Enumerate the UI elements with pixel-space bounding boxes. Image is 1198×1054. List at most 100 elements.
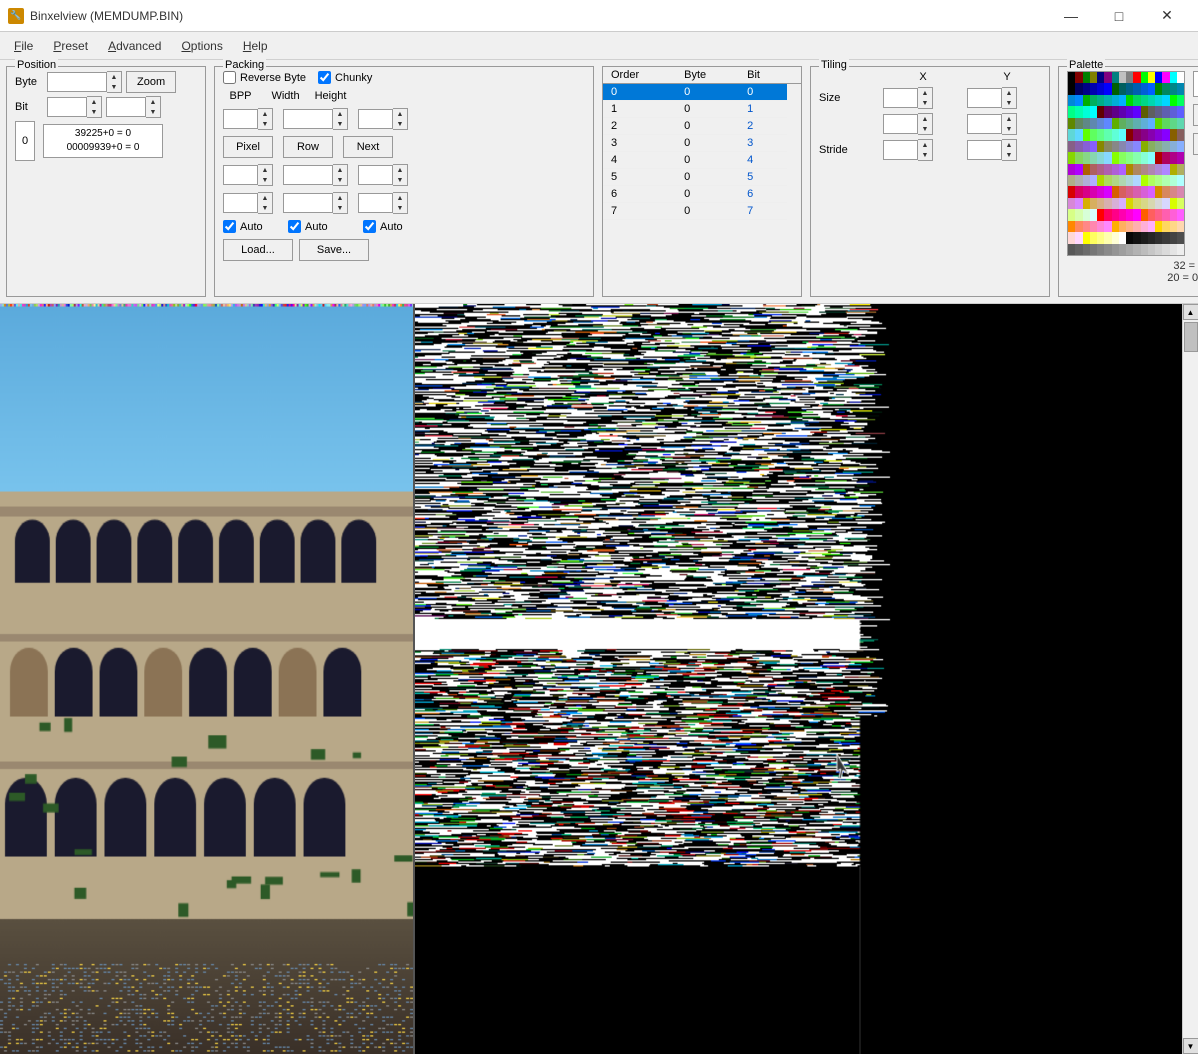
swatch-cell[interactable] bbox=[1075, 141, 1082, 152]
swatch-cell[interactable] bbox=[1119, 141, 1126, 152]
size-y-down[interactable]: ▼ bbox=[1002, 98, 1016, 108]
bit-spin-up[interactable]: ▲ bbox=[87, 97, 101, 107]
menu-file[interactable]: File bbox=[4, 35, 43, 57]
swatch-cell[interactable] bbox=[1133, 141, 1140, 152]
close-button[interactable]: ✕ bbox=[1144, 0, 1190, 32]
reverse-byte-check[interactable]: Reverse Byte bbox=[223, 71, 306, 84]
swatch-cell[interactable] bbox=[1104, 152, 1111, 163]
swatch-cell[interactable] bbox=[1083, 106, 1090, 117]
swatch-cell[interactable] bbox=[1133, 186, 1140, 197]
spin2c-up[interactable]: ▲ bbox=[393, 165, 407, 175]
swatch-cell[interactable] bbox=[1068, 152, 1075, 163]
order-table-row[interactable]: 707 bbox=[603, 203, 801, 220]
tiling-spin1-up[interactable]: ▲ bbox=[918, 114, 932, 124]
swatch-cell[interactable] bbox=[1170, 209, 1177, 220]
swatch-cell[interactable] bbox=[1126, 232, 1133, 243]
swatch-cell[interactable] bbox=[1075, 232, 1082, 243]
swatch-cell[interactable] bbox=[1170, 198, 1177, 209]
auto1-checkbox[interactable] bbox=[223, 220, 236, 233]
swatch-cell[interactable] bbox=[1148, 152, 1155, 163]
swatch-cell[interactable] bbox=[1133, 72, 1140, 83]
swatch-cell[interactable] bbox=[1083, 72, 1090, 83]
swatch-cell[interactable] bbox=[1097, 175, 1104, 186]
spin3a-input[interactable]: 0 bbox=[223, 193, 258, 213]
swatch-cell[interactable] bbox=[1090, 175, 1097, 186]
swatch-cell[interactable] bbox=[1141, 221, 1148, 232]
byte-spin-up[interactable]: ▲ bbox=[107, 72, 121, 82]
swatch-cell[interactable] bbox=[1133, 244, 1140, 255]
chunky-check[interactable]: Chunky bbox=[318, 71, 372, 84]
swatch-cell[interactable] bbox=[1155, 209, 1162, 220]
swatch-cell[interactable] bbox=[1075, 244, 1082, 255]
swatch-cell[interactable] bbox=[1126, 129, 1133, 140]
spin2b-down[interactable]: ▼ bbox=[333, 175, 347, 185]
swatch-cell[interactable] bbox=[1112, 198, 1119, 209]
swatch-cell[interactable] bbox=[1068, 72, 1075, 83]
swatch-cell[interactable] bbox=[1141, 83, 1148, 94]
byte-spin-down[interactable]: ▼ bbox=[107, 82, 121, 92]
spin3a-down[interactable]: ▼ bbox=[258, 203, 272, 213]
swatch-cell[interactable] bbox=[1170, 95, 1177, 106]
swatch-cell[interactable] bbox=[1162, 83, 1169, 94]
tiling-spin2-up[interactable]: ▲ bbox=[1002, 114, 1016, 124]
swatch-cell[interactable] bbox=[1162, 244, 1169, 255]
swatch-cell[interactable] bbox=[1112, 209, 1119, 220]
pixel-button[interactable]: Pixel bbox=[223, 136, 273, 158]
swatch-cell[interactable] bbox=[1126, 175, 1133, 186]
stride-x-up[interactable]: ▲ bbox=[918, 140, 932, 150]
swatch-cell[interactable] bbox=[1119, 152, 1126, 163]
swatch-cell[interactable] bbox=[1083, 129, 1090, 140]
auto2-check[interactable]: Auto bbox=[288, 220, 353, 233]
swatch-cell[interactable] bbox=[1162, 141, 1169, 152]
swatch-cell[interactable] bbox=[1177, 72, 1184, 83]
swatch-cell[interactable] bbox=[1090, 83, 1097, 94]
swatch-cell[interactable] bbox=[1083, 118, 1090, 129]
byte-input[interactable]: 104E bbox=[47, 72, 107, 92]
swatch-cell[interactable] bbox=[1119, 186, 1126, 197]
swatch-cell[interactable] bbox=[1177, 186, 1184, 197]
swatch-cell[interactable] bbox=[1119, 244, 1126, 255]
swatch-cell[interactable] bbox=[1162, 164, 1169, 175]
swatch-cell[interactable] bbox=[1112, 95, 1119, 106]
swatch-cell[interactable] bbox=[1126, 186, 1133, 197]
swatch-cell[interactable] bbox=[1155, 186, 1162, 197]
bpp-spin-down[interactable]: ▼ bbox=[258, 119, 272, 129]
auto2-checkbox[interactable] bbox=[288, 220, 301, 233]
swatch-cell[interactable] bbox=[1075, 95, 1082, 106]
swatch-cell[interactable] bbox=[1083, 164, 1090, 175]
palette-swatches[interactable] bbox=[1067, 71, 1185, 256]
swatch-cell[interactable] bbox=[1141, 129, 1148, 140]
swatch-cell[interactable] bbox=[1162, 209, 1169, 220]
swatch-cell[interactable] bbox=[1162, 106, 1169, 117]
swatch-cell[interactable] bbox=[1141, 244, 1148, 255]
swatch-cell[interactable] bbox=[1170, 244, 1177, 255]
swatch-cell[interactable] bbox=[1148, 83, 1155, 94]
spin3b-input[interactable]: 0 bbox=[283, 193, 333, 213]
swatch-cell[interactable] bbox=[1119, 72, 1126, 83]
spin2c-input[interactable]: 138 bbox=[358, 165, 393, 185]
swatch-cell[interactable] bbox=[1090, 106, 1097, 117]
swatch-cell[interactable] bbox=[1083, 209, 1090, 220]
bit2-spin-up[interactable]: ▲ bbox=[146, 97, 160, 107]
swatch-cell[interactable] bbox=[1104, 164, 1111, 175]
swatch-cell[interactable] bbox=[1177, 118, 1184, 129]
swatch-cell[interactable] bbox=[1155, 72, 1162, 83]
swatch-cell[interactable] bbox=[1177, 198, 1184, 209]
swatch-cell[interactable] bbox=[1162, 95, 1169, 106]
menu-preset[interactable]: Preset bbox=[43, 35, 98, 57]
minimize-button[interactable]: — bbox=[1048, 0, 1094, 32]
swatch-cell[interactable] bbox=[1148, 221, 1155, 232]
swatch-cell[interactable] bbox=[1155, 106, 1162, 117]
swatch-cell[interactable] bbox=[1097, 95, 1104, 106]
order-table-row[interactable]: 404 bbox=[603, 152, 801, 169]
swatch-cell[interactable] bbox=[1090, 232, 1097, 243]
swatch-cell[interactable] bbox=[1170, 152, 1177, 163]
swatch-cell[interactable] bbox=[1155, 83, 1162, 94]
swatch-cell[interactable] bbox=[1068, 209, 1075, 220]
auto3-checkbox[interactable] bbox=[363, 220, 376, 233]
swatch-cell[interactable] bbox=[1090, 95, 1097, 106]
swatch-cell[interactable] bbox=[1177, 244, 1184, 255]
size-x-input[interactable]: 0 bbox=[883, 88, 918, 108]
swatch-cell[interactable] bbox=[1148, 141, 1155, 152]
swatch-cell[interactable] bbox=[1148, 232, 1155, 243]
